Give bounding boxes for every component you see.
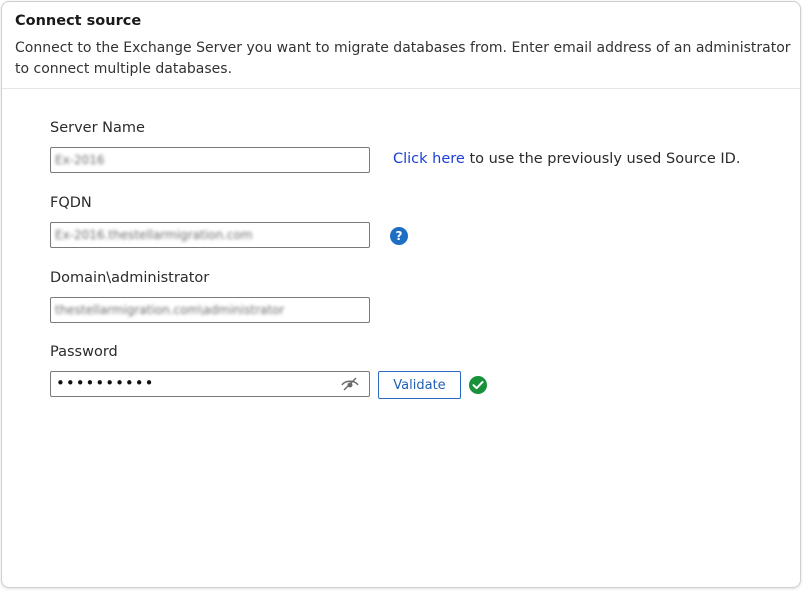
panel-header: Connect source Connect to the Exchange S… xyxy=(2,2,800,89)
page-title: Connect source xyxy=(15,13,142,29)
domain-admin-label: Domain\administrator xyxy=(50,270,210,286)
server-name-input[interactable]: Ex-2016 xyxy=(50,147,370,173)
password-mask: •••••••••• xyxy=(56,374,155,392)
fqdn-label: FQDN xyxy=(50,195,92,211)
connect-source-panel: Connect source Connect to the Exchange S… xyxy=(1,1,801,588)
domain-admin-value: thestellarmigration.com\administrator xyxy=(55,303,285,317)
password-label: Password xyxy=(50,344,118,360)
previous-source-text: to use the previously used Source ID. xyxy=(464,151,741,167)
click-here-link[interactable]: Click here xyxy=(393,151,465,167)
validate-button[interactable]: Validate xyxy=(378,371,461,399)
eye-off-icon[interactable] xyxy=(341,377,359,391)
fqdn-input[interactable]: Ex-2016.thestellarmigration.com xyxy=(50,222,370,248)
previous-source-hint: Click here to use the previously used So… xyxy=(393,151,740,167)
page-description: Connect to the Exchange Server you want … xyxy=(15,40,791,77)
question-circle-icon[interactable]: ? xyxy=(390,227,408,245)
domain-admin-input[interactable]: thestellarmigration.com\administrator xyxy=(50,297,370,323)
password-input[interactable]: •••••••••• xyxy=(50,371,370,397)
server-name-label: Server Name xyxy=(50,120,145,136)
check-circle-icon xyxy=(469,376,487,394)
fqdn-value: Ex-2016.thestellarmigration.com xyxy=(55,228,253,242)
server-name-value: Ex-2016 xyxy=(55,153,105,167)
